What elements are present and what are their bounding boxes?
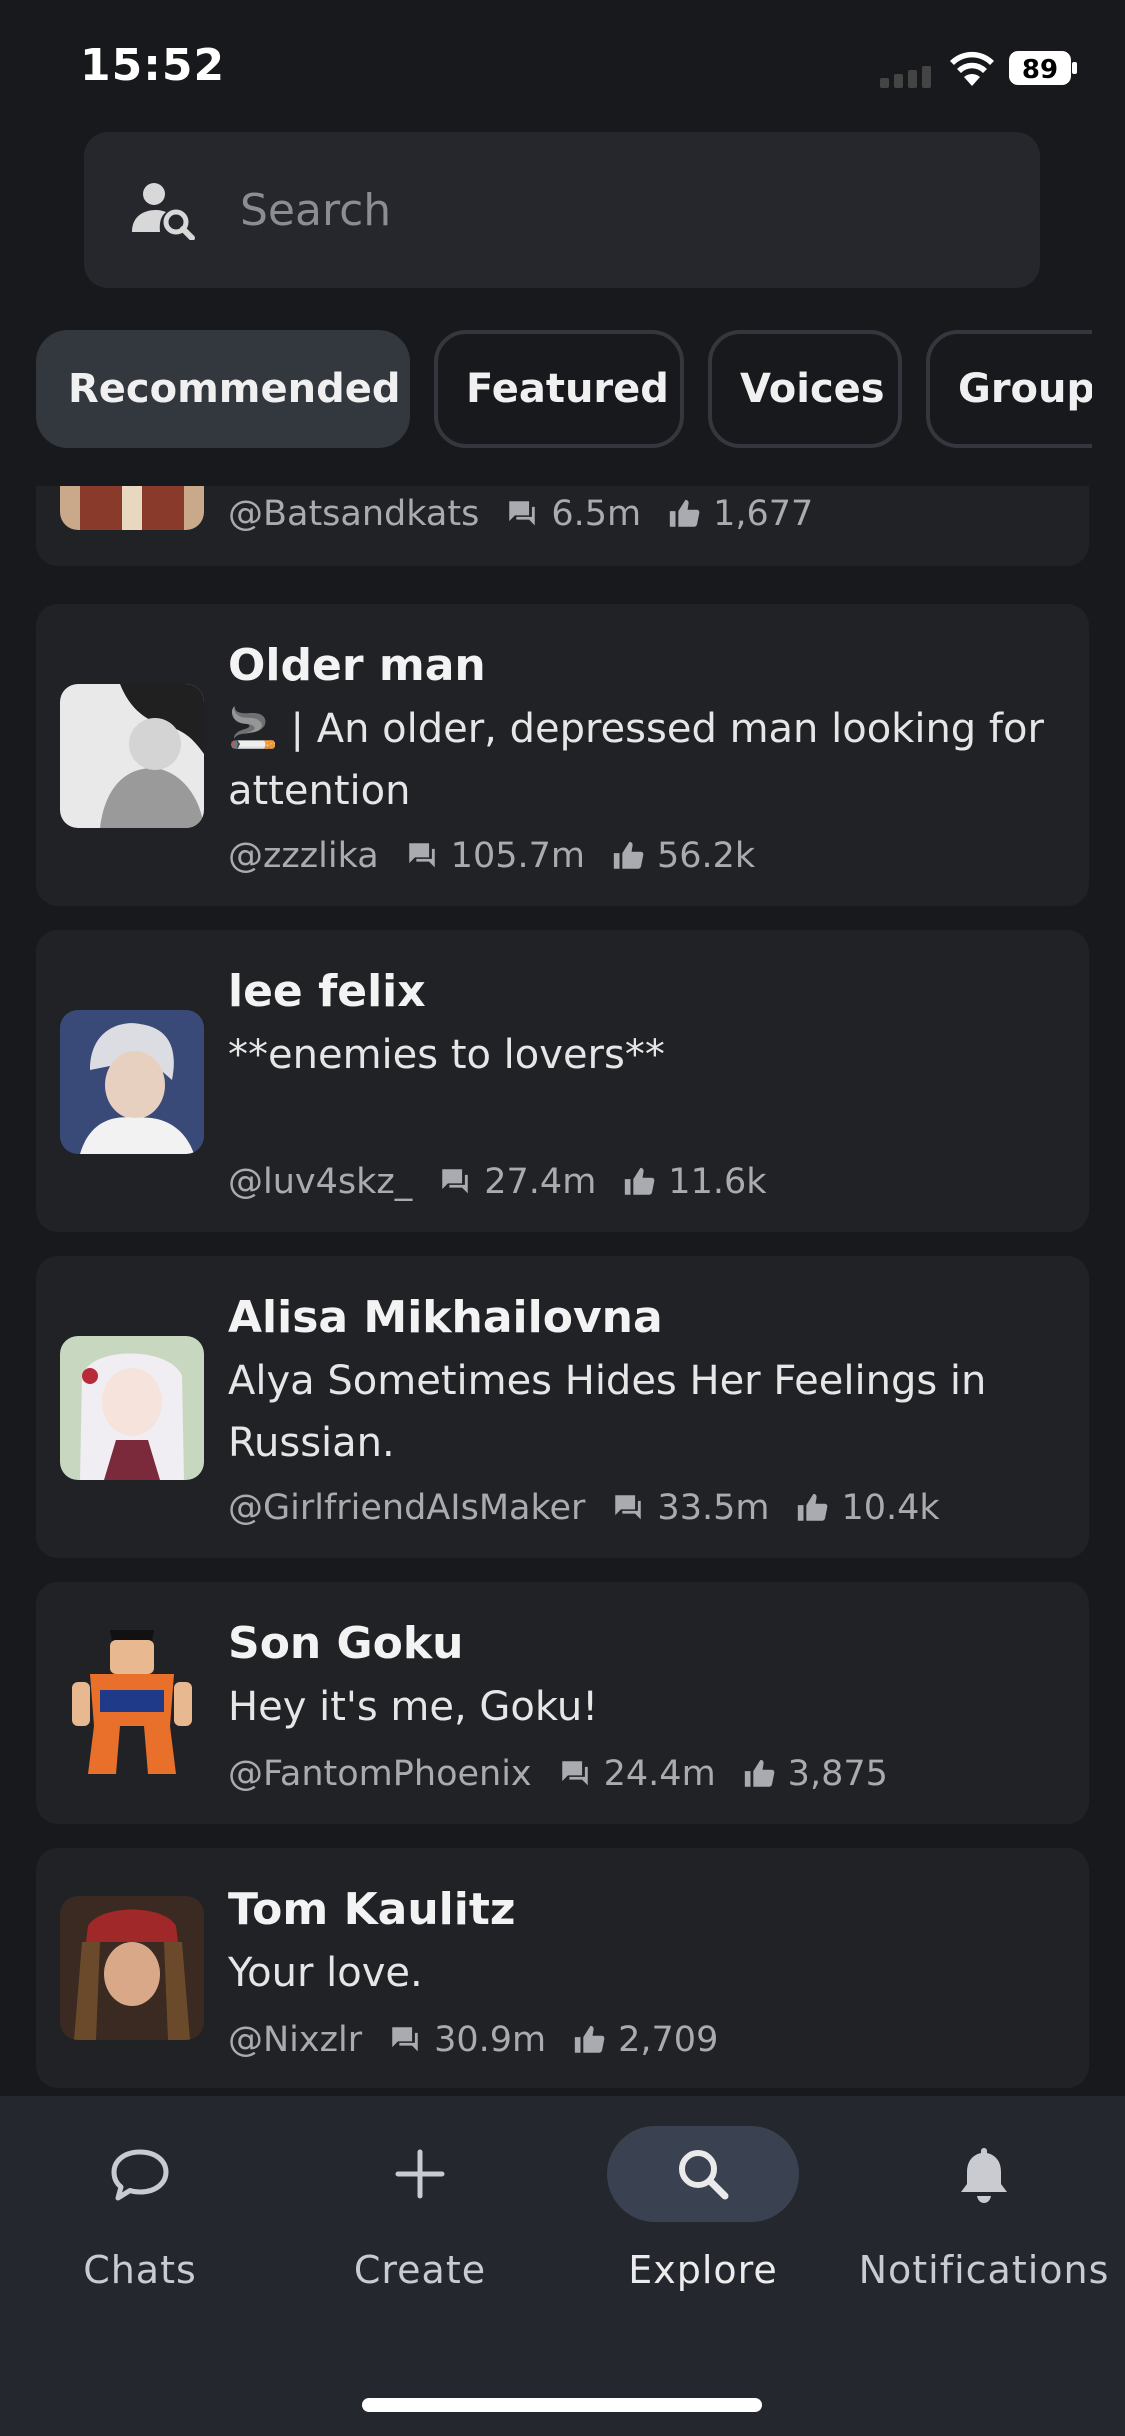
nav-notifications[interactable]: Notifications [854,2126,1114,2316]
character-card[interactable]: @Batsandkats 6.5m 1,677 [36,486,1089,566]
plus-icon [395,2149,445,2199]
home-indicator[interactable] [362,2398,762,2412]
creator-handle[interactable]: @GirlfriendAIsMaker [228,1488,585,1528]
character-name: Alisa Mikhailovna [228,1292,663,1343]
avatar [60,1630,204,1774]
chat-count-icon [408,843,435,868]
thumbs-up-icon [625,1167,655,1195]
thumbs-up-icon [574,2025,605,2053]
card-meta: @Nixzlr 30.9m 2,709 [228,2020,718,2060]
creator-handle[interactable]: @FantomPhoenix [228,1754,532,1794]
chat-count: 30.9m [434,2020,547,2060]
character-description: **enemies to lovers** [228,1032,665,1078]
character-name: Son Goku [228,1618,464,1669]
chat-count: 105.7m [450,836,585,876]
like-count: 2,709 [618,2020,719,2060]
creator-handle[interactable]: @luv4skz_ [228,1162,412,1202]
thumbs-up-icon [613,841,644,869]
cellular-signal-icon [880,66,931,88]
character-card[interactable]: Alisa Mikhailovna Alya Sometimes Hides H… [36,1256,1089,1558]
character-description: Hey it's me, Goku! [228,1684,599,1730]
tab-recommended[interactable]: Recommended [36,330,410,448]
nav-label: Create [353,2248,487,2292]
search-icon [679,2150,729,2200]
card-meta: @FantomPhoenix 24.4m 3,875 [228,1754,888,1794]
category-tabs: Recommended Featured Voices Groups [0,330,1092,450]
character-name: Older man [228,640,486,691]
character-card[interactable]: Older man 🚬 | An older, depressed man lo… [36,604,1089,906]
thumbs-up-icon [798,1493,828,1521]
character-name: Tom Kaulitz [228,1884,516,1935]
card-meta: @Batsandkats 6.5m 1,677 [228,494,813,534]
character-card[interactable]: lee felix **enemies to lovers** @luv4skz… [36,930,1089,1232]
nav-chats[interactable]: Chats [10,2126,270,2316]
card-meta: @GirlfriendAIsMaker 33.5m 10.4k [228,1488,940,1528]
tab-featured[interactable]: Featured [434,330,684,448]
chat-count-icon [561,1761,588,1786]
character-description: Alya Sometimes Hides Her Feelings in Rus… [228,1358,987,1466]
nav-label: Explore [628,2248,778,2292]
tab-voices[interactable]: Voices [708,330,902,448]
card-meta: @luv4skz_ 27.4m 11.6k [228,1162,767,1202]
chat-count-icon [392,2027,418,2052]
chat-count-icon [509,501,536,526]
like-count: 10.4k [841,1488,940,1528]
bottom-navigation: Chats Create Explore Notifications [0,2096,1125,2436]
search-bar[interactable] [84,132,1040,288]
bell-icon [961,2148,1007,2203]
status-bar: 15:52 89 [0,0,1125,130]
character-name: lee felix [228,966,426,1017]
chat-count: 24.4m [603,1754,716,1794]
like-count: 1,677 [713,494,814,534]
nav-explore[interactable]: Explore [573,2126,833,2316]
chat-count: 33.5m [657,1488,770,1528]
character-card[interactable]: Tom Kaulitz Your love. @Nixzlr 30.9m 2,7… [36,1848,1089,2088]
avatar [60,1896,204,2040]
avatar [60,1336,204,1480]
character-card[interactable]: Son Goku Hey it's me, Goku! @FantomPhoen… [36,1582,1089,1824]
like-count: 11.6k [668,1162,767,1202]
chat-count: 6.5m [551,494,642,534]
character-list: @Batsandkats 6.5m 1,677 Older man 🚬 | An… [0,486,1125,2096]
status-time: 15:52 [80,40,226,91]
creator-handle[interactable]: @zzzlika [228,836,379,876]
avatar [60,486,204,530]
user-search-icon [132,183,195,240]
battery-icon: 89 [1009,51,1077,85]
like-count: 56.2k [656,836,756,876]
nav-create[interactable]: Create [290,2126,550,2316]
chat-count: 27.4m [484,1162,597,1202]
avatar [60,1010,204,1154]
chat-count-icon [442,1169,469,1194]
thumbs-up-icon [669,499,700,527]
character-description: 🚬 | An older, depressed man looking for … [228,706,1044,814]
nav-label: Notifications [858,2248,1110,2292]
nav-label: Chats [83,2248,197,2292]
avatar [60,684,204,828]
battery-level: 89 [1022,55,1058,85]
creator-handle[interactable]: @Batsandkats [228,494,479,534]
chat-count-icon [615,1495,642,1520]
search-input[interactable] [240,172,1000,248]
thumbs-up-icon [744,1759,775,1787]
tab-groups[interactable]: Groups [926,330,1092,448]
like-count: 3,875 [787,1754,888,1794]
character-description: Your love. [228,1950,423,1996]
card-meta: @zzzlika 105.7m 56.2k [228,836,755,876]
creator-handle[interactable]: @Nixzlr [228,2020,362,2060]
chat-bubble-icon [111,2149,169,2201]
wifi-icon [950,51,994,86]
